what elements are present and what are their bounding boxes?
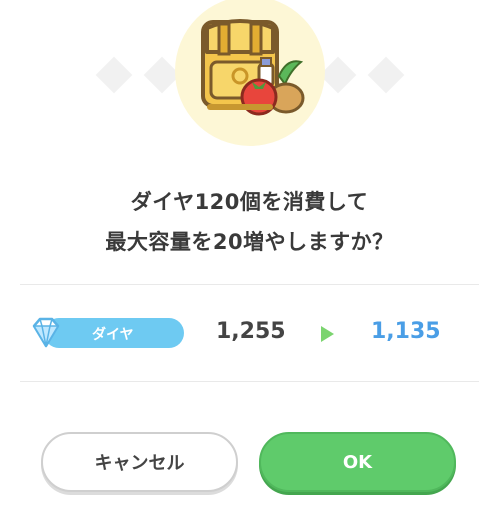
backpack-with-food-icon xyxy=(201,19,305,116)
right-arrow-icon xyxy=(321,326,334,342)
cancel-button[interactable]: キャンセル xyxy=(41,432,238,492)
message-line-2: 最大容量を20増やしますか？ xyxy=(105,230,394,254)
currency-badge: ダイヤ xyxy=(44,318,184,348)
ok-button[interactable]: OK xyxy=(259,432,456,492)
confirm-dialog: ダイヤ120個を消費して 最大容量を20増やしますか？ ダイヤ 1,255 1,… xyxy=(0,0,499,530)
decor-diamond-right-outer xyxy=(367,56,405,94)
divider-top xyxy=(20,284,479,285)
current-amount: 1,255 xyxy=(216,319,286,344)
decor-diamond-right-inner xyxy=(319,56,357,94)
message-line-1: ダイヤ120個を消費して xyxy=(130,190,369,214)
diamond-gem-icon xyxy=(32,317,60,348)
decor-diamond-left-outer xyxy=(95,56,133,94)
amount-after-purchase: 1,135 xyxy=(371,319,441,344)
divider-bottom xyxy=(20,381,479,382)
illustration-badge xyxy=(175,0,325,146)
currency-label: ダイヤ xyxy=(92,327,134,343)
